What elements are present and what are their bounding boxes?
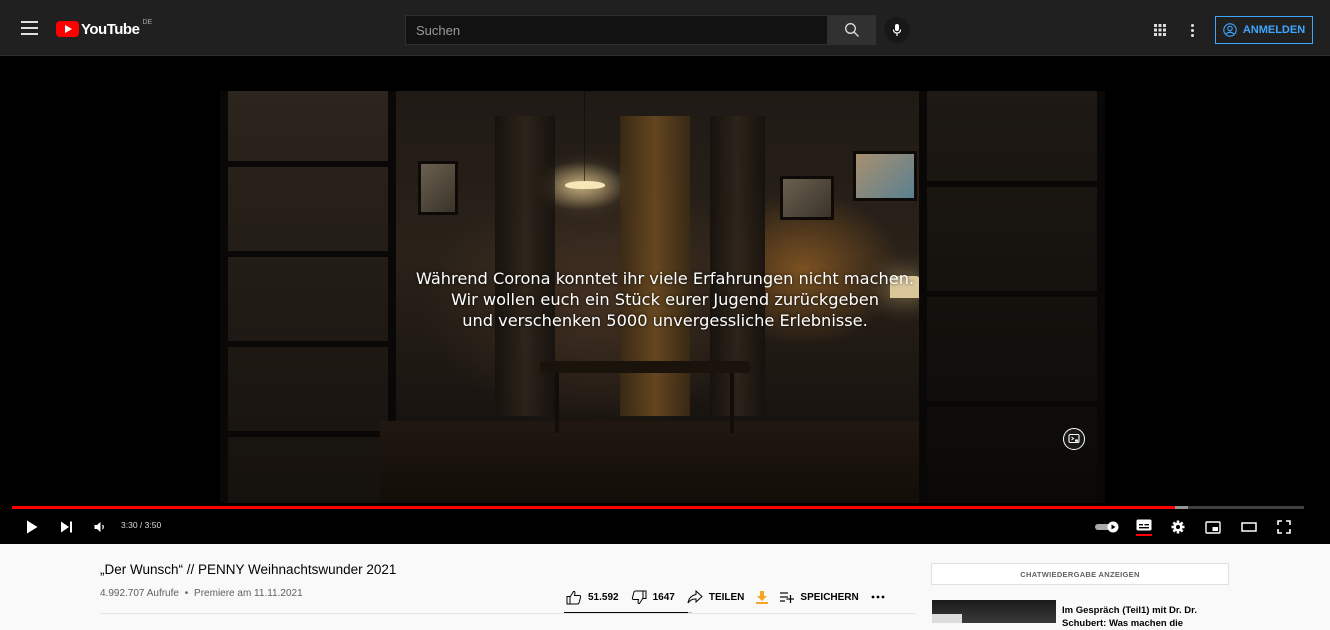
theater-icon [1241, 522, 1257, 532]
meta-separator: • [184, 588, 189, 599]
top-bar: YouTube DE ANMELDEN [0, 0, 1330, 56]
share-button[interactable]: TEILEN [687, 590, 745, 604]
download-icon [756, 590, 769, 604]
subtitle-line: Wir wollen euch ein Stück eurer Jugend z… [450, 290, 880, 309]
scene-lamp [565, 181, 605, 189]
subtitles-button[interactable] [1132, 514, 1156, 540]
theater-mode-button[interactable] [1237, 514, 1261, 540]
youtube-play-icon [56, 21, 79, 37]
microphone-icon [892, 24, 902, 36]
gear-icon [1171, 520, 1185, 534]
subtitles-icon [1136, 519, 1152, 530]
scene-lamp-cord [584, 91, 585, 183]
video-actions: 51.592 1647 TEILEN SPEICHERN [566, 584, 897, 610]
scene-table-leg [730, 373, 734, 433]
miniplayer-icon [1205, 520, 1221, 534]
scene-picture [418, 161, 458, 215]
fullscreen-button[interactable] [1272, 514, 1296, 540]
video-title: „Der Wunsch“ // PENNY Weihnachtswunder 2… [100, 562, 397, 577]
share-icon [687, 590, 703, 604]
miniplayer-button[interactable] [1201, 514, 1225, 540]
sign-in-button[interactable]: ANMELDEN [1215, 16, 1313, 44]
more-horizontal-icon [871, 595, 885, 599]
autoplay-toggle[interactable] [1092, 514, 1124, 540]
thumbs-down-icon [631, 590, 647, 604]
logo-text: YouTube [81, 20, 140, 38]
search-icon [845, 23, 859, 37]
video-player[interactable]: Während Corona konntet ihr viele Erfahru… [0, 56, 1330, 544]
video-info: „Der Wunsch“ // PENNY Weihnachtswunder 2… [0, 544, 1330, 629]
scene-table [540, 361, 750, 373]
volume-icon [94, 522, 104, 532]
recommendation-title[interactable]: Im Gespräch (Teil1) mit Dr. Dr. Schubert… [1062, 604, 1232, 630]
subtitle-line: Während Corona konntet ihr viele Erfahru… [415, 269, 915, 288]
search-input[interactable] [406, 16, 827, 44]
recommendation-thumbnail[interactable] [932, 600, 1056, 623]
scene-table-leg [555, 373, 559, 433]
subtitles: Während Corona konntet ihr viele Erfahru… [0, 268, 1330, 331]
search-box [405, 15, 828, 45]
info-card-button[interactable] [1063, 428, 1085, 450]
dislike-count: 1647 [652, 591, 675, 603]
youtube-logo[interactable]: YouTube DE [56, 18, 152, 40]
playlist-add-icon [780, 592, 795, 603]
like-button[interactable]: 51.592 [566, 590, 619, 605]
settings-more-button[interactable] [1185, 20, 1199, 40]
subtitle-line: und verschenken 5000 unvergessliche Erle… [462, 311, 868, 330]
info-card-icon [1068, 433, 1080, 444]
dislike-button[interactable]: 1647 [631, 590, 675, 605]
scene-picture [780, 176, 834, 220]
account-icon [1223, 23, 1237, 37]
play-icon [27, 520, 38, 534]
apps-grid-icon [1154, 24, 1166, 36]
view-count: 4.992.707 Aufrufe [100, 588, 179, 599]
sign-in-label: ANMELDEN [1242, 24, 1306, 36]
autoplay-icon [1095, 521, 1119, 533]
mute-button[interactable] [88, 514, 112, 540]
chat-replay-button[interactable]: CHATWIEDERGABE ANZEIGEN [931, 563, 1229, 585]
video-meta: 4.992.707 Aufrufe • Premiere am 11.11.20… [100, 588, 303, 599]
time-display: 3:30 / 3:50 [121, 520, 162, 530]
player-controls: 3:30 / 3:50 [0, 510, 1330, 544]
more-actions-button[interactable] [871, 595, 885, 599]
share-label: TEILEN [708, 591, 745, 603]
settings-button[interactable] [1166, 514, 1190, 540]
thumbnail-detail [932, 614, 962, 623]
country-code: DE [142, 18, 153, 26]
voice-search-button[interactable] [884, 17, 910, 43]
progress-played [12, 506, 1175, 509]
like-count: 51.592 [588, 591, 619, 603]
premiere-date: Premiere am 11.11.2021 [194, 588, 303, 599]
search-button[interactable] [828, 15, 876, 45]
scene-floor [380, 421, 935, 503]
menu-icon[interactable] [18, 16, 42, 40]
next-icon [60, 521, 72, 533]
save-button[interactable]: SPEICHERN [780, 591, 859, 603]
save-label: SPEICHERN [800, 591, 859, 603]
download-button[interactable] [756, 590, 769, 604]
thumbs-up-icon [566, 590, 582, 604]
scene-picture [853, 151, 917, 201]
progress-bar[interactable] [12, 506, 1304, 509]
play-button[interactable] [20, 514, 44, 540]
next-button[interactable] [54, 514, 78, 540]
divider [100, 613, 915, 614]
apps-button[interactable] [1150, 20, 1170, 40]
fullscreen-icon [1277, 520, 1291, 534]
